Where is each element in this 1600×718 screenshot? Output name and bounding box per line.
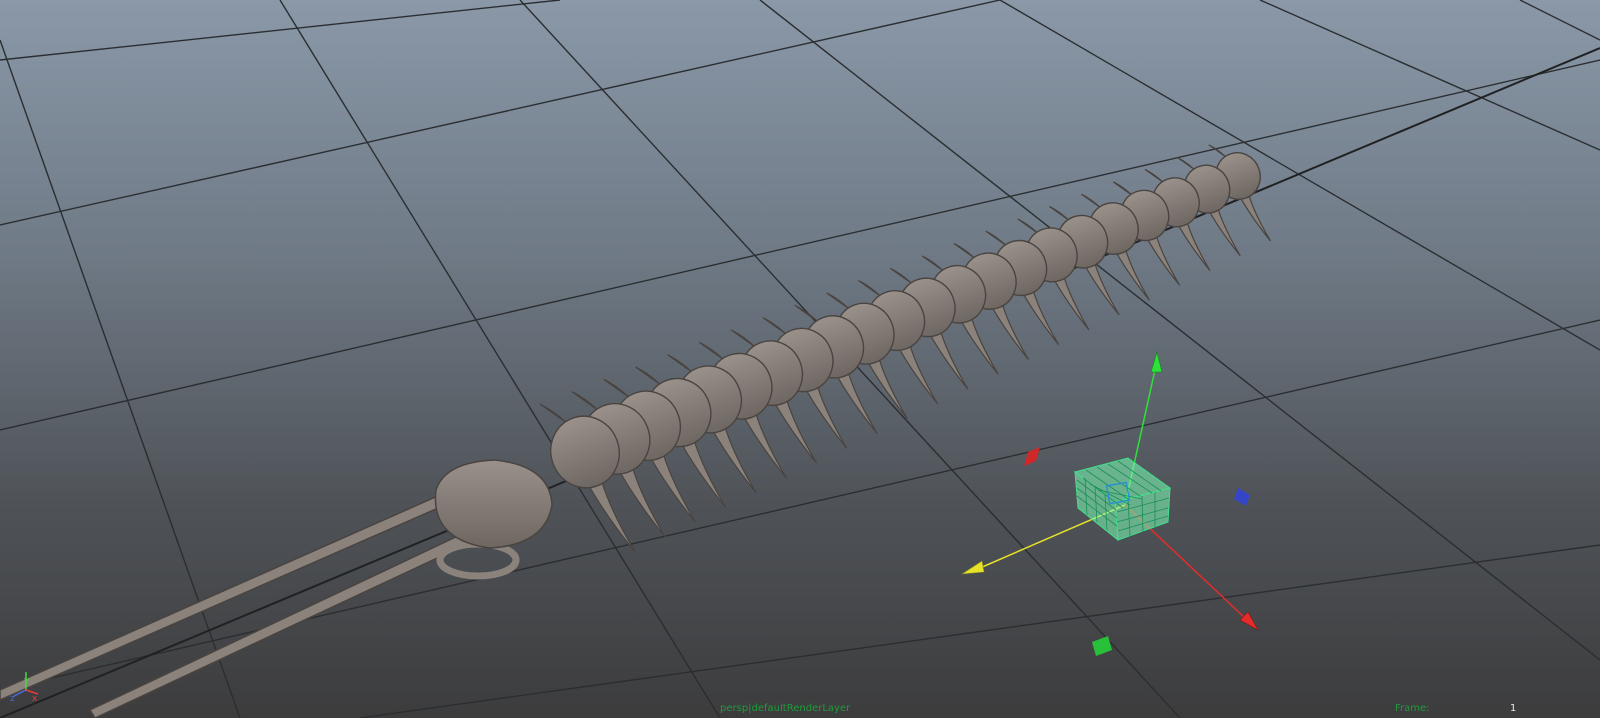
frame-label: Frame: [1395,703,1430,714]
viewport-scene[interactable] [0,0,1600,718]
perspective-viewport[interactable]: x y z persp|defaultRenderLayer Frame: 1 [0,0,1600,718]
frame-value: 1 [1510,703,1517,714]
axis-z-label: z [10,694,15,704]
creature-head[interactable] [0,459,553,718]
axis-x-label: x [32,694,38,704]
camera-render-layer-label: persp|defaultRenderLayer [720,703,851,714]
move-manipulator-icon[interactable] [961,350,1259,656]
axis-y-label: y [24,676,30,686]
